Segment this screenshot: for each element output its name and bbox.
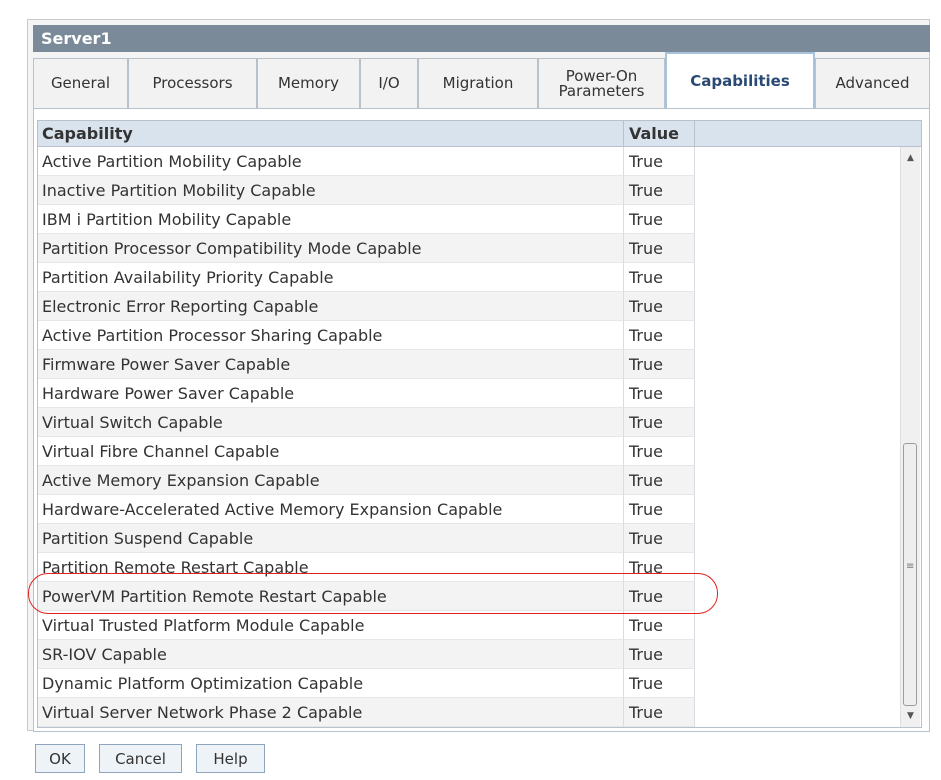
value-cell: True bbox=[624, 495, 695, 524]
value-cell: True bbox=[624, 292, 695, 321]
capability-cell: Partition Availability Priority Capable bbox=[38, 263, 624, 292]
capability-cell: Active Partition Mobility Capable bbox=[38, 147, 624, 176]
capability-cell: Hardware-Accelerated Active Memory Expan… bbox=[38, 495, 624, 524]
value-cell: True bbox=[624, 408, 695, 437]
table-row[interactable]: Hardware Power Saver Capable True bbox=[38, 379, 695, 408]
capability-cell: Active Partition Processor Sharing Capab… bbox=[38, 321, 624, 350]
window-title: Server1 bbox=[33, 25, 930, 52]
capability-cell: Virtual Switch Capable bbox=[38, 408, 624, 437]
vertical-scrollbar[interactable]: ▲ ≡ ▼ bbox=[900, 147, 920, 727]
capability-cell: PowerVM Partition Remote Restart Capable bbox=[38, 582, 624, 611]
table-row[interactable]: Firmware Power Saver Capable True bbox=[38, 350, 695, 379]
table-row[interactable]: Virtual Server Network Phase 2 Capable Tr… bbox=[38, 698, 695, 727]
capability-cell: Partition Processor Compatibility Mode C… bbox=[38, 234, 624, 263]
value-cell: True bbox=[624, 466, 695, 495]
column-header-capability[interactable]: Capability bbox=[38, 121, 624, 146]
value-cell: True bbox=[624, 234, 695, 263]
value-cell: True bbox=[624, 698, 695, 727]
value-cell: True bbox=[624, 379, 695, 408]
capability-cell: SR-IOV Capable bbox=[38, 640, 624, 669]
table-row[interactable]: Partition Remote Restart Capable True bbox=[38, 553, 695, 582]
value-cell: True bbox=[624, 640, 695, 669]
table-row[interactable]: SR-IOV Capable True bbox=[38, 640, 695, 669]
tab-io[interactable]: I/O bbox=[360, 58, 418, 108]
value-cell: True bbox=[624, 350, 695, 379]
tab-general[interactable]: General bbox=[33, 58, 128, 108]
table-row[interactable]: Hardware-Accelerated Active Memory Expan… bbox=[38, 495, 695, 524]
table-row[interactable]: Virtual Fibre Channel Capable True bbox=[38, 437, 695, 466]
table-header: Capability Value bbox=[38, 121, 921, 147]
scroll-grip-icon: ≡ bbox=[906, 561, 915, 572]
tab-capabilities[interactable]: Capabilities bbox=[665, 52, 815, 109]
value-cell: True bbox=[624, 321, 695, 350]
tab-processors[interactable]: Processors bbox=[128, 58, 257, 108]
tab-migration[interactable]: Migration bbox=[418, 58, 538, 108]
capabilities-table: Capability Value Active Partition Mobili… bbox=[37, 120, 922, 728]
capability-cell: Virtual Trusted Platform Module Capable bbox=[38, 611, 624, 640]
capability-cell: Hardware Power Saver Capable bbox=[38, 379, 624, 408]
table-row[interactable]: IBM i Partition Mobility Capable True bbox=[38, 205, 695, 234]
capability-cell: IBM i Partition Mobility Capable bbox=[38, 205, 624, 234]
column-header-value[interactable]: Value bbox=[624, 121, 695, 146]
help-button[interactable]: Help bbox=[196, 744, 265, 773]
capability-cell: Active Memory Expansion Capable bbox=[38, 466, 624, 495]
scroll-up-icon[interactable]: ▲ bbox=[901, 149, 920, 167]
capability-cell: Virtual Fibre Channel Capable bbox=[38, 437, 624, 466]
table-row[interactable]: Inactive Partition Mobility Capable True bbox=[38, 176, 695, 205]
value-cell: True bbox=[624, 582, 695, 611]
value-cell: True bbox=[624, 553, 695, 582]
table-row[interactable]: Active Partition Processor Sharing Capab… bbox=[38, 321, 695, 350]
cancel-button[interactable]: Cancel bbox=[99, 744, 182, 773]
ok-button[interactable]: OK bbox=[35, 744, 85, 773]
capability-cell: Partition Suspend Capable bbox=[38, 524, 624, 553]
value-cell: True bbox=[624, 176, 695, 205]
scroll-thumb[interactable]: ≡ bbox=[903, 443, 917, 706]
tab-advanced[interactable]: Advanced bbox=[815, 58, 930, 108]
capability-cell: Firmware Power Saver Capable bbox=[38, 350, 624, 379]
value-cell: True bbox=[624, 147, 695, 176]
value-cell: True bbox=[624, 437, 695, 466]
table-row[interactable]: Electronic Error Reporting Capable True bbox=[38, 292, 695, 321]
table-row[interactable]: Virtual Switch Capable True bbox=[38, 408, 695, 437]
tab-power-on-parameters[interactable]: Power-On Parameters bbox=[538, 58, 665, 108]
table-row[interactable]: Virtual Trusted Platform Module Capable T… bbox=[38, 611, 695, 640]
value-cell: True bbox=[624, 524, 695, 553]
value-cell: True bbox=[624, 205, 695, 234]
scroll-down-icon[interactable]: ▼ bbox=[901, 707, 920, 725]
tab-strip: General Processors Memory I/O Migration … bbox=[33, 52, 930, 109]
capability-cell: Virtual Server Network Phase 2 Capable bbox=[38, 698, 624, 727]
capability-cell: Dynamic Platform Optimization Capable bbox=[38, 669, 624, 698]
table-row[interactable]: Dynamic Platform Optimization Capable Tru… bbox=[38, 669, 695, 698]
table-row[interactable]: Partition Processor Compatibility Mode C… bbox=[38, 234, 695, 263]
table-row[interactable]: Active Partition Mobility Capable True bbox=[38, 147, 695, 176]
capability-cell: Inactive Partition Mobility Capable bbox=[38, 176, 624, 205]
table-row[interactable]: Active Memory Expansion Capable True bbox=[38, 466, 695, 495]
table-row[interactable]: Partition Availability Priority Capable T… bbox=[38, 263, 695, 292]
value-cell: True bbox=[624, 669, 695, 698]
table-row[interactable]: PowerVM Partition Remote Restart Capable… bbox=[38, 582, 695, 611]
capability-cell: Partition Remote Restart Capable bbox=[38, 553, 624, 582]
capability-cell: Electronic Error Reporting Capable bbox=[38, 292, 624, 321]
table-row[interactable]: Partition Suspend Capable True bbox=[38, 524, 695, 553]
value-cell: True bbox=[624, 263, 695, 292]
tab-memory[interactable]: Memory bbox=[257, 58, 360, 108]
value-cell: True bbox=[624, 611, 695, 640]
